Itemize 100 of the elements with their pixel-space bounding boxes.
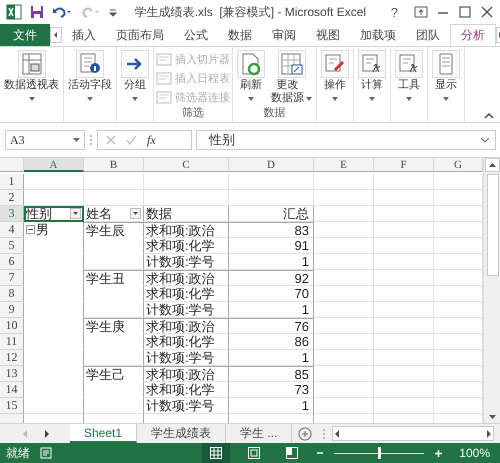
slicer-icon (156, 72, 172, 84)
ribbon-button[interactable]: 数据透视表 (2, 50, 61, 101)
slicer-icon (156, 90, 172, 104)
grip-dots-icon (322, 428, 326, 440)
zoom-level[interactable]: 100% (459, 446, 490, 460)
slider-thumb[interactable] (378, 447, 381, 459)
scroll-right-icon[interactable] (485, 430, 493, 438)
ribbon-button[interactable]: 刷新 (235, 50, 267, 101)
table-cell: 求和项:化学 (144, 286, 229, 302)
row-header[interactable]: 7 (0, 270, 24, 286)
ribbon-button[interactable]: 活动字段 (66, 50, 114, 101)
column-header[interactable]: E (314, 158, 374, 172)
table-cell: 学生庚 (84, 318, 144, 334)
row-header[interactable]: 14 (0, 382, 24, 398)
table-cell: 计数项:学号 (144, 350, 229, 366)
close-icon[interactable] (480, 6, 494, 18)
row-header[interactable]: 12 (0, 350, 24, 366)
ribbon-tab[interactable]: 页面布局 (106, 24, 174, 46)
column-header[interactable]: G (434, 158, 483, 172)
filter-dropdown-icon[interactable] (70, 208, 81, 219)
column-header[interactable]: D (229, 158, 314, 172)
table-cell: 求和项:政治 (144, 366, 229, 382)
ribbon-button[interactable]: 显示 (430, 50, 462, 101)
row-header[interactable]: 5 (0, 238, 24, 254)
table-cell (314, 350, 374, 366)
column-header[interactable]: A (24, 158, 84, 172)
normal-view-icon (210, 447, 222, 459)
page-break-view-icon (286, 447, 298, 459)
ribbon-button[interactable]: 工具 (393, 50, 425, 101)
view-button[interactable] (202, 443, 230, 463)
ribbon-tab[interactable]: 数据 (218, 24, 262, 46)
macro-record-icon[interactable] (40, 447, 52, 459)
table-cell (314, 398, 374, 414)
ribbon-tab[interactable]: 公式 (174, 24, 218, 46)
table-cell (374, 382, 434, 398)
row-header[interactable]: 1 (0, 174, 24, 190)
table-cell: 求和项:化学 (144, 238, 229, 254)
table-cell: 学生己 (84, 366, 144, 382)
row-header[interactable]: 3 (0, 206, 24, 222)
column-header[interactable]: B (84, 158, 144, 172)
table-cell (24, 174, 84, 190)
column-header[interactable]: F (374, 158, 434, 172)
name-box[interactable]: A3 (5, 130, 85, 150)
ribbon-tab[interactable]: 分析 (450, 24, 496, 46)
ribbon-button[interactable]: 计算 (356, 50, 388, 101)
scroll-left-icon[interactable] (50, 27, 62, 43)
ribbon-tab[interactable]: 审阅 (262, 24, 306, 46)
expand-caret-icon[interactable] (481, 138, 489, 142)
ribbon-tab[interactable]: 视图 (306, 24, 350, 46)
group-caption: 数据 (262, 106, 286, 121)
formula-input[interactable]: 性别 (196, 130, 496, 150)
column-header[interactable]: C (144, 158, 229, 172)
table-cell (374, 238, 434, 254)
row-header[interactable]: 13 (0, 366, 24, 382)
table-cell (314, 302, 374, 318)
table-cell: 1 (229, 302, 314, 318)
horizontal-scrollbar[interactable] (332, 426, 494, 441)
ribbon-tab[interactable]: 团队 (406, 24, 450, 46)
ribbon-display-icon[interactable] (414, 6, 428, 18)
row-header[interactable]: 6 (0, 254, 24, 270)
ribbon-button[interactable]: 分组 (119, 50, 151, 101)
row-header[interactable]: 11 (0, 334, 24, 350)
status-text: 就绪 (6, 444, 30, 462)
table-cell (84, 302, 144, 318)
row-header[interactable]: 15 (0, 398, 24, 414)
scroll-left-icon[interactable] (333, 430, 342, 438)
row-header[interactable]: 4 (0, 222, 24, 238)
enter-check-icon[interactable] (126, 135, 137, 145)
file-tab[interactable]: 文件 (0, 24, 50, 46)
row-header[interactable]: 10 (0, 318, 24, 334)
row-header[interactable]: 8 (0, 286, 24, 302)
table-cell (314, 190, 374, 206)
table-cell: 85 (229, 366, 314, 382)
table-cell: 1 (229, 350, 314, 366)
undo-icon[interactable] (52, 5, 72, 19)
ribbon-button[interactable]: 操作 (319, 50, 351, 101)
row-header[interactable]: 2 (0, 190, 24, 206)
row-header[interactable]: 9 (0, 302, 24, 318)
scrollbar-thumb[interactable] (486, 174, 498, 276)
zoom-in-icon[interactable] (434, 448, 444, 458)
collapse-minus-icon[interactable] (26, 225, 35, 234)
table-cell (374, 190, 434, 206)
table-cell: 83 (229, 222, 314, 238)
table-cell: 计数项:学号 (144, 254, 229, 270)
filter-dropdown-icon[interactable] (130, 208, 141, 219)
table-cell: 91 (229, 238, 314, 254)
sheet-tab[interactable]: Sheet1 (70, 424, 138, 443)
pivot-table-icon (20, 52, 44, 76)
table-cell (84, 398, 144, 414)
ribbon-tab[interactable]: 插入 (62, 24, 106, 46)
ribbon-tab[interactable]: 加载项 (350, 24, 406, 46)
next-sheet-icon[interactable] (44, 430, 50, 438)
table-cell (374, 366, 434, 382)
add-sheet-icon[interactable] (298, 426, 312, 440)
maximize-icon[interactable] (458, 6, 472, 18)
scroll-up-icon[interactable] (485, 158, 500, 172)
help-button[interactable]: ? (382, 4, 406, 20)
collapse-ribbon-icon[interactable] (484, 112, 494, 119)
insert-function-button[interactable]: fx (147, 132, 156, 148)
ribbon-button[interactable]: 更改数据源 (269, 50, 314, 105)
